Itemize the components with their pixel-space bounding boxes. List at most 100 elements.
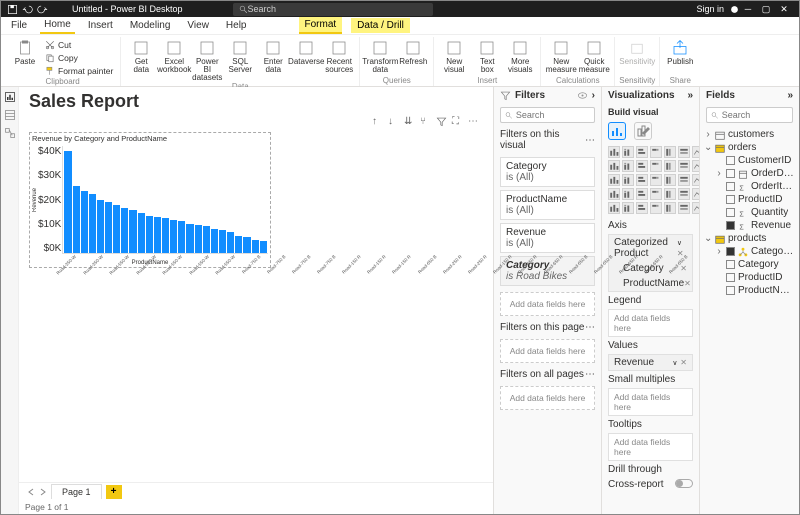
tab-page1[interactable]: Page 1 [51,484,102,499]
viz-type-icon[interactable] [678,174,690,186]
field-node[interactable]: ›customers [704,128,795,141]
bar[interactable] [121,208,128,253]
viz-type-icon[interactable] [664,146,676,158]
hierarchy-icon[interactable]: ⑂ [420,116,431,127]
more-icon[interactable]: ⋯ [585,369,595,380]
power-bi-datasets-button[interactable]: PowerBI datasets [191,37,223,82]
bar[interactable] [260,241,267,253]
publish-button[interactable]: Publish [664,37,696,66]
menu-view[interactable]: View [183,18,213,33]
quick-measure-button[interactable]: Quickmeasure [578,37,610,74]
menu-file[interactable]: File [7,18,31,33]
filter-icon[interactable] [436,116,447,127]
bar[interactable] [227,232,234,253]
filter-card[interactable]: Revenueis (All) [500,223,595,253]
field-node[interactable]: ΣRevenue [704,219,795,232]
bar[interactable] [243,237,250,253]
close-button[interactable]: ✕ [775,4,793,15]
legend-well[interactable]: Add data fields here [608,309,693,337]
sql-server-button[interactable]: SQLServer [224,37,256,74]
menu-home[interactable]: Home [40,17,75,34]
enter-data-button[interactable]: Enterdata [257,37,289,74]
viz-type-icon[interactable] [692,202,699,214]
fields-search[interactable] [706,107,793,123]
global-search[interactable]: Search [233,3,433,16]
viz-type-icon[interactable] [636,174,648,186]
bar[interactable] [97,200,104,254]
dataverse-button[interactable]: Dataverse [290,37,322,66]
field-node[interactable]: ⌄orders [704,141,795,154]
viz-type-icon[interactable] [622,188,634,200]
viz-type-icon[interactable] [678,188,690,200]
bar[interactable] [129,210,136,253]
page-filter-drop[interactable]: Add data fields here [500,339,595,363]
viz-type-icon[interactable] [608,188,620,200]
more-icon[interactable]: ⋯ [585,135,595,146]
remove-icon[interactable]: ✕ [684,279,691,288]
field-node[interactable]: CustomerID [704,154,795,167]
checkbox[interactable] [726,221,735,230]
bar[interactable] [235,236,242,253]
checkbox[interactable] [726,286,735,295]
checkbox[interactable] [726,208,735,217]
field-node[interactable]: ΣOrderItemID [704,180,795,193]
checkbox[interactable] [726,273,735,282]
field-node[interactable]: Category [704,258,795,271]
save-icon[interactable] [7,4,18,15]
copy-button[interactable]: Copy [42,51,116,64]
viz-type-icon[interactable] [622,146,634,158]
cut-button[interactable]: Cut [42,38,116,51]
paste-button[interactable]: Paste [9,37,41,66]
viz-type-icon[interactable] [622,202,634,214]
format-tab-icon[interactable] [634,122,652,140]
filter-card[interactable]: Categoryis (All) [500,157,595,187]
field-node[interactable]: ΣQuantity [704,206,795,219]
transform-data-button[interactable]: Transformdata [364,37,396,74]
remove-icon[interactable]: ✕ [680,264,687,273]
get-data-button[interactable]: Getdata [125,37,157,74]
viz-type-icon[interactable] [608,202,620,214]
menu-format[interactable]: Format [299,17,343,34]
build-tab-icon[interactable] [608,122,626,140]
viz-type-icon[interactable] [622,160,634,172]
bar[interactable] [162,218,169,253]
filters-search[interactable] [500,107,595,123]
excel-workbook-button[interactable]: Excelworkbook [158,37,190,74]
viz-type-icon[interactable] [608,174,620,186]
viz-type-icon[interactable] [650,146,662,158]
viz-type-icon[interactable] [608,160,620,172]
new-measure-button[interactable]: Newmeasure [545,37,577,74]
bar[interactable] [81,191,88,253]
redo-icon[interactable] [37,4,48,15]
expand-icon[interactable]: ⇊ [404,116,415,127]
checkbox[interactable] [726,169,735,178]
filter-card[interactable]: ProductNameis (All) [500,190,595,220]
cross-report-toggle[interactable] [675,479,693,488]
bar[interactable] [89,194,96,253]
data-view-icon[interactable] [4,109,16,121]
bar[interactable] [186,224,193,253]
visual-filter-drop[interactable]: Add data fields here [500,292,595,316]
next-page-icon[interactable] [39,488,47,496]
bar[interactable] [195,225,202,253]
viz-type-icon[interactable] [636,160,648,172]
viz-type-icon[interactable] [650,174,662,186]
bar[interactable] [170,220,177,253]
field-node[interactable]: ›OrderDate [704,167,795,180]
maximize-button[interactable]: ▢ [757,4,775,15]
all-filter-drop[interactable]: Add data fields here [500,386,595,410]
viz-type-icon[interactable] [636,146,648,158]
viz-type-icon[interactable] [664,188,676,200]
remove-icon[interactable]: ✕ [680,358,687,367]
tooltips-well[interactable]: Add data fields here [608,433,693,461]
bar[interactable] [178,221,185,253]
recent-sources-button[interactable]: Recentsources [323,37,355,74]
bar[interactable] [154,217,161,253]
bar[interactable] [73,186,80,253]
user-icon[interactable] [730,5,739,14]
checkbox[interactable] [726,260,735,269]
sign-in-link[interactable]: Sign in [696,4,724,14]
format-painter-button[interactable]: Format painter [42,64,116,77]
menu-data-drill[interactable]: Data / Drill [351,18,410,33]
report-canvas[interactable]: ↑ ↓ ⇊ ⑂ ⛶ ⋯ Revenue by Category and Prod… [29,116,483,482]
